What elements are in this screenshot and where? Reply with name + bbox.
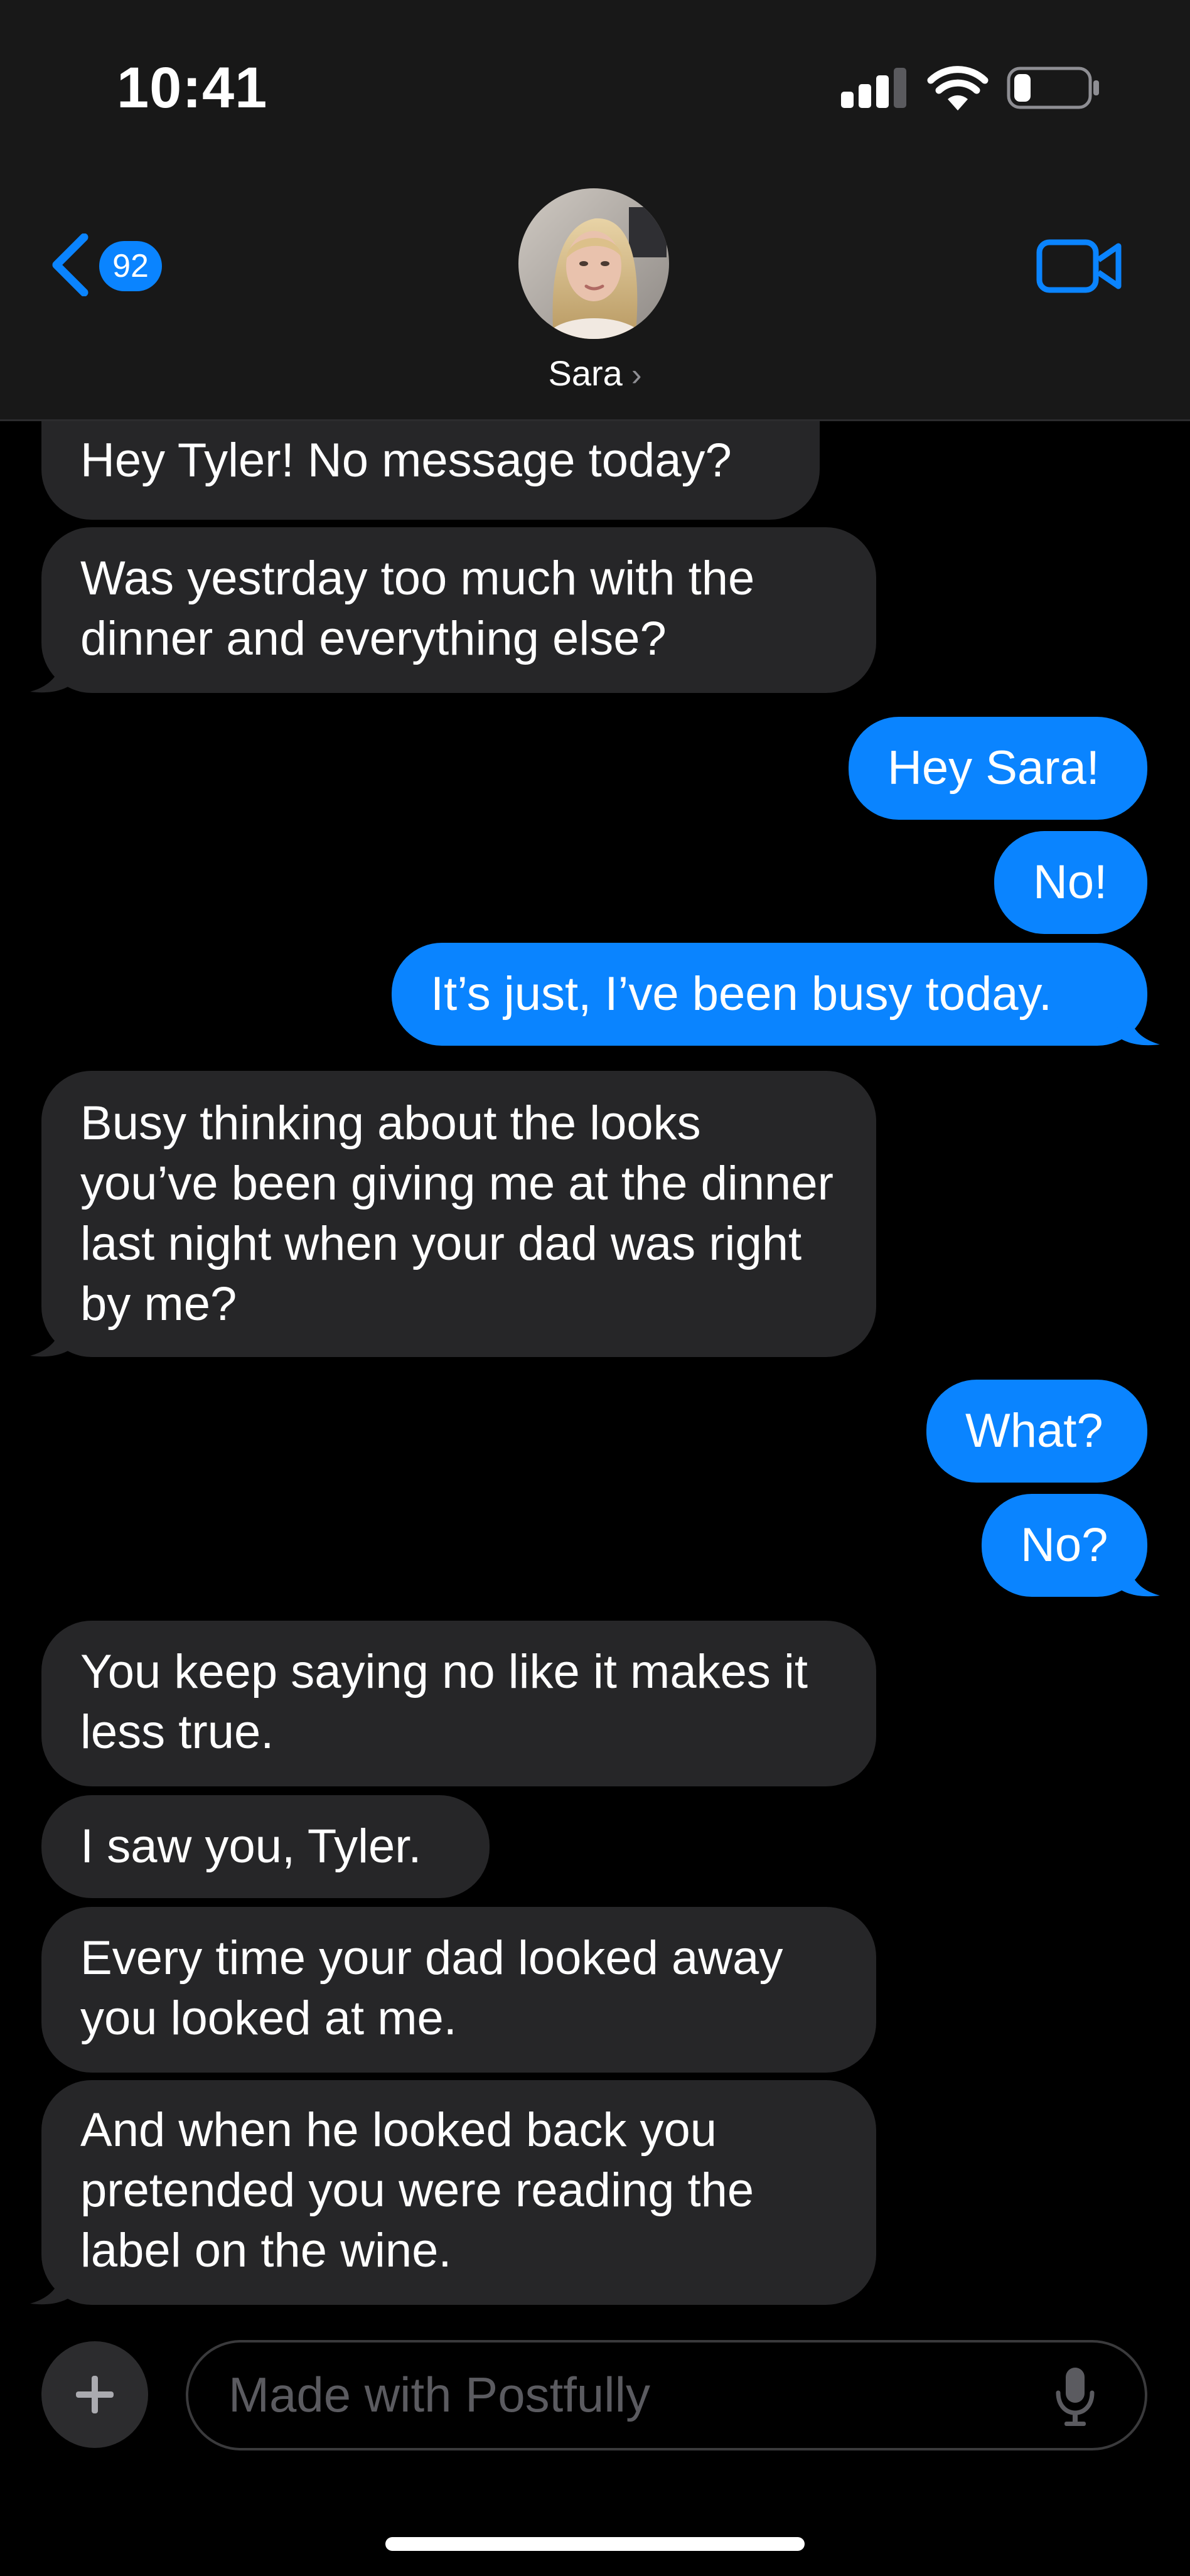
- message-input[interactable]: Made with Postfully: [186, 2340, 1147, 2450]
- bubble-tail: [1115, 1557, 1160, 1597]
- message-text: Hey Sara!: [887, 741, 1100, 795]
- home-indicator[interactable]: [385, 2537, 805, 2551]
- message-text: Was yestrday too much with the dinner an…: [80, 552, 755, 665]
- plus-icon[interactable]: [41, 2341, 148, 2448]
- back-button[interactable]: 92: [48, 227, 173, 303]
- avatar-photo: [518, 188, 669, 339]
- bubble-tail: [30, 2265, 75, 2305]
- message-bubble-incoming[interactable]: Busy thinking about the looks you’ve bee…: [41, 1071, 876, 1357]
- message-bubble-incoming[interactable]: You keep saying no like it makes it less…: [41, 1621, 876, 1786]
- status-icons: [841, 63, 1105, 119]
- chevron-left-icon: [52, 233, 88, 296]
- message-bubble-outgoing[interactable]: Hey Sara!: [849, 717, 1147, 820]
- unread-count-badge: 92: [99, 241, 162, 291]
- message-text: It’s just, I’ve been busy today.: [431, 967, 1052, 1021]
- conversation-header: 10:41 92 Sara ›: [0, 0, 1190, 421]
- bubble-tail: [1115, 1006, 1160, 1046]
- battery-icon: [1007, 67, 1099, 109]
- message-bubble-outgoing[interactable]: No!: [994, 831, 1147, 934]
- message-input-placeholder: Made with Postfully: [228, 2367, 650, 2422]
- message-bubble-incoming[interactable]: And when he looked back you pretended yo…: [41, 2080, 876, 2305]
- message-text: And when he looked back you pretended yo…: [80, 2103, 754, 2277]
- video-camera-icon[interactable]: [1036, 236, 1123, 296]
- message-text: I saw you, Tyler.: [80, 1820, 422, 1873]
- message-text: Every time your dad looked away you look…: [80, 1931, 783, 2045]
- message-text: No?: [1021, 1518, 1108, 1572]
- contact-name: Sara: [548, 353, 623, 393]
- bubble-tail: [30, 1317, 75, 1357]
- message-text: You keep saying no like it makes it less…: [80, 1645, 808, 1759]
- cellular-signal-icon: [841, 68, 906, 108]
- message-bubble-incoming[interactable]: I saw you, Tyler.: [41, 1795, 490, 1898]
- message-text: Busy thinking about the looks you’ve bee…: [80, 1097, 834, 1331]
- message-bubble-outgoing[interactable]: It’s just, I’ve been busy today.: [392, 943, 1147, 1046]
- wifi-icon: [927, 66, 989, 110]
- status-time: 10:41: [117, 56, 268, 120]
- message-bubble-incoming[interactable]: Was yestrday too much with the dinner an…: [41, 527, 876, 693]
- bubble-tail: [30, 653, 75, 693]
- microphone-icon[interactable]: [1053, 2365, 1097, 2428]
- contact-avatar[interactable]: [518, 188, 669, 339]
- message-bubble-incoming[interactable]: Every time your dad looked away you look…: [41, 1907, 876, 2073]
- message-text: No!: [1033, 856, 1108, 909]
- message-text: What?: [965, 1404, 1103, 1457]
- chevron-right-icon: ›: [631, 357, 642, 392]
- message-text: Hey Tyler! No message today?: [80, 434, 732, 487]
- contact-name-button[interactable]: Sara ›: [0, 353, 1190, 394]
- message-bubble-outgoing[interactable]: What?: [926, 1380, 1147, 1483]
